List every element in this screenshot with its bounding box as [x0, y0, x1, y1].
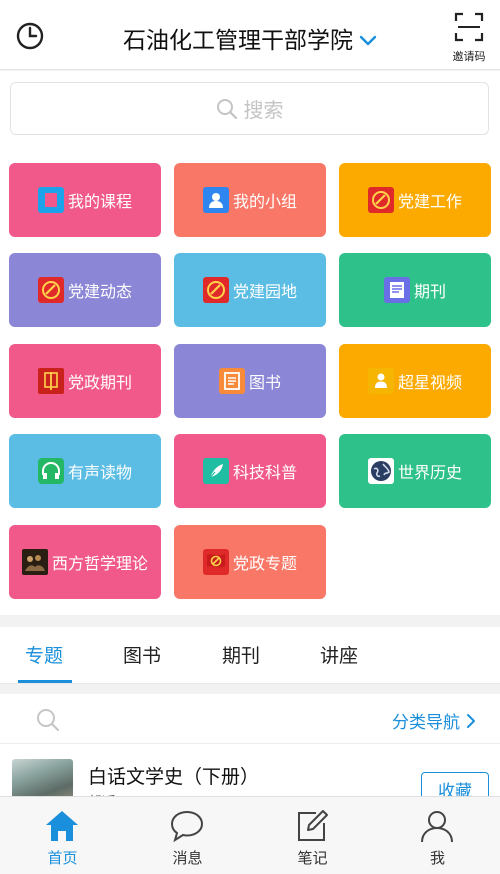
nav-notes[interactable]: 笔记: [250, 797, 375, 874]
search-icon[interactable]: [36, 708, 60, 732]
app-screen: 石油化工管理干部学院 邀请码 搜索 我的课程 我的小组 党建工作 党建动态 党建园: [0, 0, 500, 874]
module-tile-label: 我的小组: [232, 192, 297, 211]
journal-icon: [383, 277, 410, 303]
chevron-down-icon: [359, 32, 377, 46]
module-tile[interactable]: 科技科普: [174, 434, 326, 508]
module-tile[interactable]: 党建动态: [9, 253, 161, 327]
note-icon: [298, 810, 328, 841]
module-tile-label: 图书: [248, 373, 281, 392]
search-input[interactable]: 搜索: [10, 82, 489, 135]
module-tile-label: 西方哲学理论: [51, 554, 148, 573]
party-journal-icon: [37, 368, 64, 394]
module-tile-label: 党建动态: [67, 282, 132, 301]
nav-me-label: 我: [429, 849, 445, 867]
category-nav-link[interactable]: 分类导航: [392, 708, 476, 733]
party-emblem-icon: [37, 277, 64, 303]
module-tile[interactable]: 党政专题: [174, 525, 326, 599]
invite-code-label: 邀请码: [452, 50, 486, 63]
search-section: 搜索: [0, 71, 500, 151]
nav-notes-label: 笔记: [297, 849, 328, 867]
home-icon: [46, 811, 78, 841]
book-cover-image: [12, 759, 73, 796]
search-icon: [216, 98, 237, 119]
nav-home[interactable]: 首页: [0, 797, 125, 874]
message-icon: [170, 810, 204, 843]
module-tile[interactable]: 党建园地: [174, 253, 326, 327]
user-icon: [421, 811, 453, 843]
top-bar: 石油化工管理干部学院 邀请码: [0, 0, 500, 70]
module-tile-label: 世界历史: [397, 463, 462, 482]
module-tile[interactable]: 超星视频: [339, 344, 491, 418]
nav-messages[interactable]: 消息: [125, 797, 250, 874]
module-tile-label: 党建园地: [232, 282, 297, 301]
party-emblem-icon: [202, 277, 229, 303]
book-icon: [218, 368, 245, 394]
module-tile[interactable]: 我的课程: [9, 163, 161, 237]
party-flag-icon: [202, 549, 229, 575]
institution-switcher[interactable]: 石油化工管理干部学院: [100, 20, 400, 56]
favorite-button[interactable]: 收藏: [421, 772, 489, 796]
page-title: 石油化工管理干部学院: [123, 28, 353, 54]
active-tab-indicator: [18, 680, 72, 683]
list-item[interactable]: 白话文学史（下册） 胡适 收藏: [0, 744, 500, 796]
module-tile[interactable]: 图书: [174, 344, 326, 418]
tab-lectures[interactable]: 讲座: [320, 641, 358, 668]
group-icon: [202, 187, 229, 213]
audiobook-icon: [37, 458, 64, 484]
module-tile-label: 我的课程: [67, 192, 132, 211]
module-tile[interactable]: 有声读物: [9, 434, 161, 508]
module-tile[interactable]: 党建工作: [339, 163, 491, 237]
chevron-right-icon: [467, 713, 475, 728]
module-tile[interactable]: 世界历史: [339, 434, 491, 508]
module-tile-label: 期刊: [413, 282, 446, 301]
category-nav-label: 分类导航: [392, 713, 460, 733]
nav-me[interactable]: 我: [375, 797, 500, 874]
filter-row: 分类导航: [0, 694, 500, 744]
module-grid: 我的课程 我的小组 党建工作党建动态 党建园地 期刊党政期刊 图书 超星视频有声读物 科技科普…: [0, 150, 500, 615]
course-icon: [37, 187, 64, 213]
nav-home-label: 首页: [47, 849, 78, 867]
module-tile-label: 党政期刊: [67, 373, 132, 392]
module-tile-label: 科技科普: [232, 463, 297, 482]
module-tile-label: 党政专题: [232, 554, 297, 573]
nav-messages-label: 消息: [172, 849, 203, 867]
globe-icon: [367, 458, 394, 484]
search-placeholder: 搜索: [243, 98, 284, 122]
video-lecture-icon: [367, 368, 394, 394]
module-tile[interactable]: 西方哲学理论: [9, 525, 161, 599]
content-tabs: 专题 图书 期刊 讲座: [0, 627, 500, 684]
invite-code-button[interactable]: 邀请码: [450, 12, 488, 63]
module-tile[interactable]: 期刊: [339, 253, 491, 327]
module-tile-label: 党建工作: [397, 192, 462, 211]
module-tile[interactable]: 党政期刊: [9, 344, 161, 418]
tab-books[interactable]: 图书: [123, 641, 161, 668]
party-emblem-icon: [367, 187, 394, 213]
book-title: 白话文学史（下册）: [88, 766, 260, 788]
tab-topics[interactable]: 专题: [25, 641, 63, 668]
bottom-nav: 首页 消息 笔记 我: [0, 796, 500, 874]
module-tile[interactable]: 我的小组: [174, 163, 326, 237]
topic-list: 分类导航 白话文学史（下册） 胡适 收藏: [0, 694, 500, 796]
history-clock-icon[interactable]: [14, 20, 46, 52]
painting-icon: [21, 549, 48, 575]
module-tile-label: 超星视频: [397, 373, 462, 392]
feather-icon: [202, 458, 229, 484]
module-tile-label: 有声读物: [67, 463, 132, 482]
tab-journals[interactable]: 期刊: [222, 641, 260, 668]
scan-frame-icon: [454, 12, 484, 42]
